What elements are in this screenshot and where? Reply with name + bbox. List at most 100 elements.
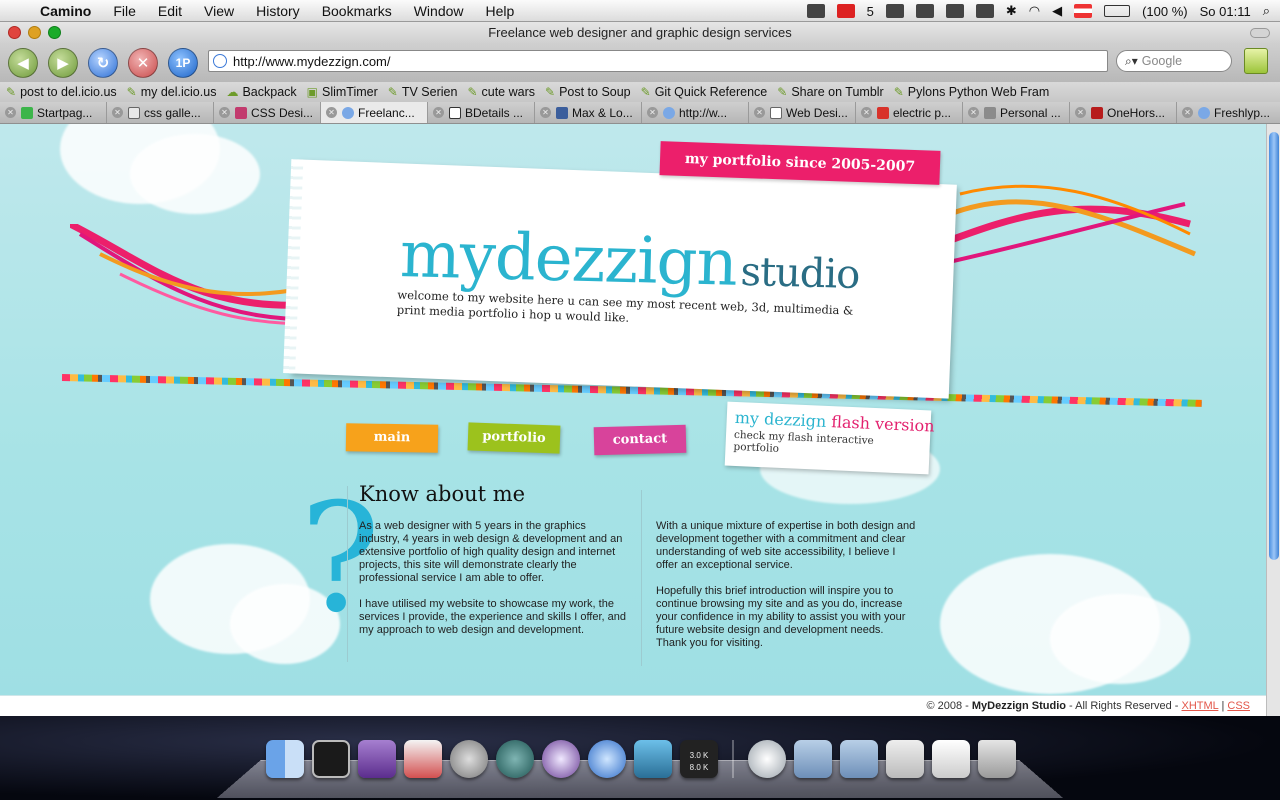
clock[interactable]: So 01:11 (1200, 4, 1251, 19)
close-tab-icon[interactable]: ✕ (219, 107, 230, 118)
menu-help[interactable]: Help (486, 3, 515, 19)
downloads-stack-icon[interactable] (886, 740, 924, 778)
xhtml-link[interactable]: XHTML (1182, 700, 1219, 712)
stop-button[interactable]: ✕ (128, 48, 158, 78)
forward-button[interactable]: ▶ (48, 48, 78, 78)
close-tab-icon[interactable]: ✕ (433, 107, 444, 118)
search-field[interactable]: ⌕▾ Google (1116, 50, 1232, 72)
favicon-icon (556, 106, 568, 119)
documents-folder-icon[interactable] (794, 740, 832, 778)
bookmark-item[interactable]: ✎ my del.icio.us (127, 85, 217, 99)
close-tab-icon[interactable]: ✕ (5, 107, 16, 118)
bookmark-item[interactable]: ☁ Backpack (226, 85, 296, 99)
document-stack-icon[interactable] (932, 740, 970, 778)
bluetooth-icon[interactable]: ✱ (1006, 3, 1017, 19)
iphoto-icon[interactable] (634, 740, 672, 778)
bookmark-item[interactable]: ✎ post to del.icio.us (6, 85, 117, 99)
bookmark-item[interactable]: ✎ cute wars (467, 85, 535, 99)
menu-bookmarks[interactable]: Bookmarks (322, 3, 392, 19)
tab[interactable]: ✕ Personal ... (963, 102, 1070, 123)
about-heading: Know about me (359, 482, 526, 506)
menu-history[interactable]: History (256, 3, 300, 19)
volume-icon[interactable]: ◀ (1052, 3, 1062, 19)
dock-area: 3.0 K 8.0 K (0, 716, 1280, 800)
minimize-window-button[interactable] (28, 26, 41, 39)
terminal-icon[interactable] (312, 740, 350, 778)
footer-brand: MyDezzign Studio (971, 700, 1066, 712)
toolbar-toggle-button[interactable] (1250, 28, 1270, 38)
bookmark-item[interactable]: ✎ TV Serien (388, 85, 458, 99)
flash-version-link[interactable]: my dezzign flash version check my flash … (724, 401, 935, 475)
mail-at-icon[interactable] (748, 740, 786, 778)
bookmark-page-icon[interactable] (1244, 48, 1268, 74)
menu-view[interactable]: View (204, 3, 234, 19)
menu-window[interactable]: Window (414, 3, 464, 19)
finder-icon[interactable] (266, 740, 304, 778)
tab[interactable]: ✕ electric p... (856, 102, 963, 123)
input-flag-icon[interactable] (1074, 4, 1093, 18)
close-window-button[interactable] (8, 26, 21, 39)
close-tab-icon[interactable]: ✕ (647, 107, 658, 118)
tab[interactable]: ✕ CSS Desi... (214, 102, 321, 123)
bookmark-item[interactable]: ✎ Post to Soup (545, 85, 631, 99)
network-monitor-icon[interactable]: 3.0 K 8.0 K (680, 740, 718, 778)
tab[interactable]: ✕ Web Desi... (749, 102, 856, 123)
close-tab-icon[interactable]: ✕ (540, 107, 551, 118)
trash-icon[interactable] (978, 740, 1016, 778)
battery-icon[interactable] (1104, 5, 1131, 17)
menu-file[interactable]: File (113, 3, 136, 19)
bookmark-item[interactable]: ✎ Git Quick Reference (641, 85, 768, 99)
css-link[interactable]: CSS (1227, 700, 1250, 712)
system-preferences-icon[interactable] (450, 740, 488, 778)
address-bar[interactable]: http://www.mydezzign.com/ (208, 50, 1108, 72)
movies-folder-icon[interactable] (840, 740, 878, 778)
close-tab-icon[interactable]: ✕ (112, 107, 123, 118)
paw-icon[interactable] (885, 4, 904, 18)
cssedit-icon[interactable] (404, 740, 442, 778)
memory-icon[interactable] (975, 4, 994, 18)
reload-button[interactable]: ↻ (88, 48, 118, 78)
calendar-icon[interactable] (806, 4, 825, 18)
bookmark-item[interactable]: ✎ Share on Tumblr (777, 85, 883, 99)
close-tab-icon[interactable]: ✕ (861, 107, 872, 118)
onepassword-button[interactable]: 1P (168, 48, 198, 78)
display-icon[interactable] (945, 4, 964, 18)
tab[interactable]: ✕ http://w... (642, 102, 749, 123)
close-tab-icon[interactable]: ✕ (326, 107, 337, 118)
bookmark-item[interactable]: ▣ SlimTimer (307, 85, 378, 99)
back-button[interactable]: ◀ (8, 48, 38, 78)
bookmark-label: TV Serien (401, 85, 458, 99)
safari-compass-icon[interactable] (588, 740, 626, 778)
inkscape-icon[interactable] (358, 740, 396, 778)
tab[interactable]: ✕ css galle... (107, 102, 214, 123)
tab[interactable]: ✕ BDetails ... (428, 102, 535, 123)
spotlight-icon[interactable]: ⌕ (1263, 3, 1270, 19)
zoom-window-button[interactable] (48, 26, 61, 39)
close-tab-icon[interactable]: ✕ (1182, 107, 1193, 118)
tab-label: Freelanc... (358, 105, 415, 120)
tab[interactable]: ✕ Startpag... (0, 102, 107, 123)
close-tab-icon[interactable]: ✕ (1075, 107, 1086, 118)
time-machine-icon[interactable] (496, 740, 534, 778)
app-menu-camino[interactable]: Camino (40, 3, 91, 19)
vertical-scrollbar[interactable] (1266, 124, 1280, 716)
bookmark-label: my del.icio.us (140, 85, 217, 99)
tab[interactable]: ✕ Max & Lo... (535, 102, 642, 123)
menu-edit[interactable]: Edit (158, 3, 182, 19)
close-tab-icon[interactable]: ✕ (968, 107, 979, 118)
tab[interactable]: ✕ Freshlyp... (1177, 102, 1280, 123)
wifi-icon[interactable]: ◠ (1029, 3, 1040, 19)
bookmark-label: Post to Soup (559, 85, 631, 99)
nav-main-button[interactable]: main (345, 423, 439, 453)
window-grid-icon[interactable] (915, 4, 934, 18)
nav-portfolio-button[interactable]: portfolio (467, 422, 561, 454)
close-tab-icon[interactable]: ✕ (754, 107, 765, 118)
bookmark-item[interactable]: ✎ Pylons Python Web Fram (894, 85, 1050, 99)
tab[interactable]: ✕ OneHors... (1070, 102, 1177, 123)
gmail-icon[interactable] (836, 4, 855, 18)
scrollbar-thumb[interactable] (1269, 132, 1279, 560)
nav-contact-button[interactable]: contact (593, 424, 687, 456)
tab-active[interactable]: ✕ Freelanc... (321, 102, 428, 123)
adium-icon[interactable] (542, 740, 580, 778)
tab-label: css galle... (144, 105, 201, 120)
